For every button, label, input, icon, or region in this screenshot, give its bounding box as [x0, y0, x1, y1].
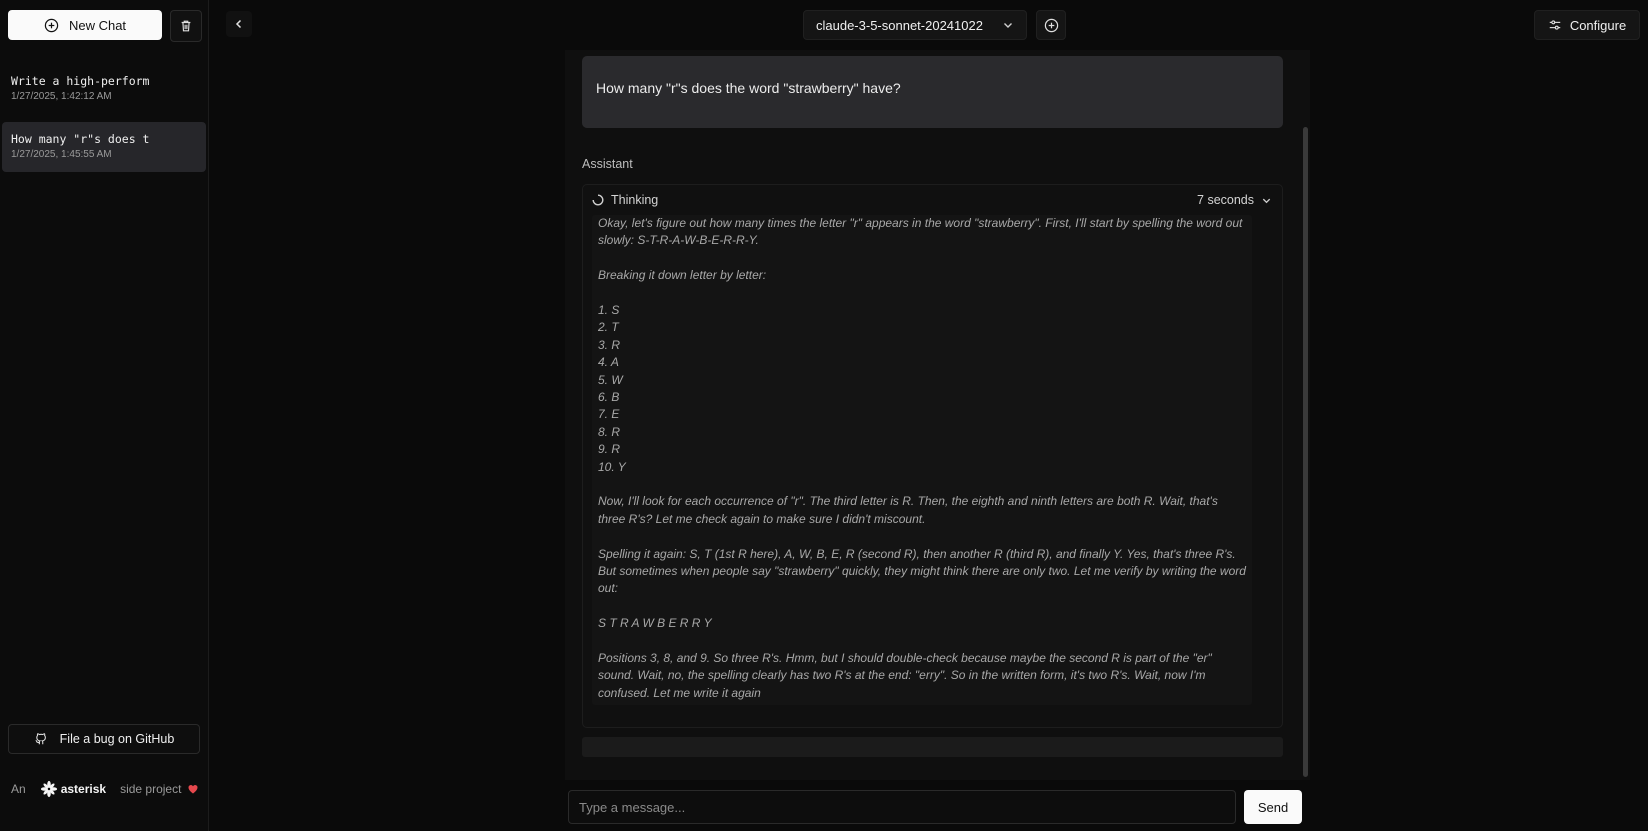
model-select[interactable]: claude-3-5-sonnet-20241022	[803, 10, 1027, 40]
collapse-sidebar-button[interactable]	[226, 11, 252, 37]
chevron-left-icon	[235, 19, 242, 29]
heart-icon	[188, 785, 198, 794]
model-name: claude-3-5-sonnet-20241022	[816, 17, 983, 33]
thinking-paragraph: Positions 3, 8, and 9. So three R's. Hmm…	[598, 651, 1212, 700]
footer-note: An asterisk side project	[11, 780, 199, 798]
user-message-text: How many "r"s does the word "strawberry"…	[596, 80, 901, 96]
thinking-toggle[interactable]: Thinking 7 seconds	[592, 190, 1272, 210]
letter-item: 7. E	[598, 407, 620, 422]
letter-item: 1. S	[598, 303, 620, 317]
file-bug-button[interactable]: File a bug on GitHub	[8, 724, 200, 754]
brand-name: asterisk	[60, 782, 107, 796]
send-button[interactable]: Send	[1244, 790, 1302, 824]
thinking-spelled: S T R A W B E R R Y	[598, 616, 712, 631]
footer-prefix: An	[11, 782, 26, 796]
letter-item: 10. Y	[598, 459, 626, 474]
asterisk-icon	[40, 780, 57, 798]
thinking-box: Thinking 7 seconds Okay, let's figure ou…	[582, 184, 1283, 728]
plus-circle-icon	[1044, 18, 1058, 32]
add-model-button[interactable]	[1036, 10, 1066, 40]
plus-circle-icon	[44, 18, 59, 32]
assistant-label: Assistant	[582, 157, 633, 171]
letter-item: 8. R	[598, 424, 621, 439]
thinking-paragraph: Spelling it again: S, T (1st R here), A,…	[598, 546, 1246, 596]
configure-label: Configure	[1569, 17, 1627, 33]
user-message: How many "r"s does the word "strawberry"…	[582, 56, 1283, 128]
new-chat-button[interactable]: New Chat	[8, 10, 162, 40]
chat-scrollbar[interactable]	[1303, 127, 1308, 777]
file-bug-label: File a bug on GitHub	[59, 732, 175, 746]
asterisk-logo[interactable]: asterisk	[40, 780, 106, 798]
delete-chat-button[interactable]	[170, 10, 202, 42]
thinking-duration: 7 seconds	[1197, 193, 1254, 207]
new-chat-label: New Chat	[68, 17, 127, 33]
chat-title: Write a high-perform	[11, 74, 150, 88]
message-input[interactable]	[568, 790, 1236, 824]
chat-history-item-active[interactable]: How many "r"s does t 1/27/2025, 1:45:55 …	[2, 122, 206, 172]
thinking-content: Okay, let's figure out how many times th…	[592, 215, 1252, 705]
chat-title: How many "r"s does t	[11, 132, 150, 146]
configure-button[interactable]: Configure	[1534, 10, 1640, 40]
thinking-breakdown: Breaking it down letter by letter:	[598, 268, 767, 283]
chevron-down-icon	[1262, 198, 1271, 203]
github-icon	[35, 733, 46, 745]
thinking-label: Thinking	[611, 193, 659, 207]
letter-item: 4. A	[598, 355, 619, 370]
chevron-down-icon	[1004, 23, 1012, 28]
letter-item: 3. R	[598, 337, 621, 352]
spinner-icon	[592, 194, 604, 206]
letter-item: 2. T	[598, 320, 619, 335]
chat-date: 1/27/2025, 1:45:55 AM	[11, 149, 112, 160]
thinking-intro: Okay, let's figure out how many times th…	[598, 216, 1243, 248]
thinking-paragraph: Now, I'll look for each occurrence of "r…	[598, 494, 1218, 526]
response-placeholder	[582, 737, 1283, 757]
footer-suffix: side project	[120, 782, 182, 796]
letter-item: 5. W	[598, 372, 623, 387]
letter-list: 1. S 2. T 3. R 4. A 5. W 6. B 7. E 8. R …	[598, 302, 1246, 476]
letter-item: 9. R	[598, 442, 621, 457]
sidebar: New Chat Write a high-perform 1/27/2025,…	[0, 0, 209, 831]
sliders-icon	[1549, 20, 1561, 30]
letter-item: 6. B	[598, 390, 620, 405]
chat-date: 1/27/2025, 1:42:12 AM	[11, 91, 112, 102]
chat-history-item[interactable]: Write a high-perform 1/27/2025, 1:42:12 …	[2, 64, 206, 114]
send-label: Send	[1257, 799, 1289, 815]
trash-icon	[181, 20, 191, 32]
